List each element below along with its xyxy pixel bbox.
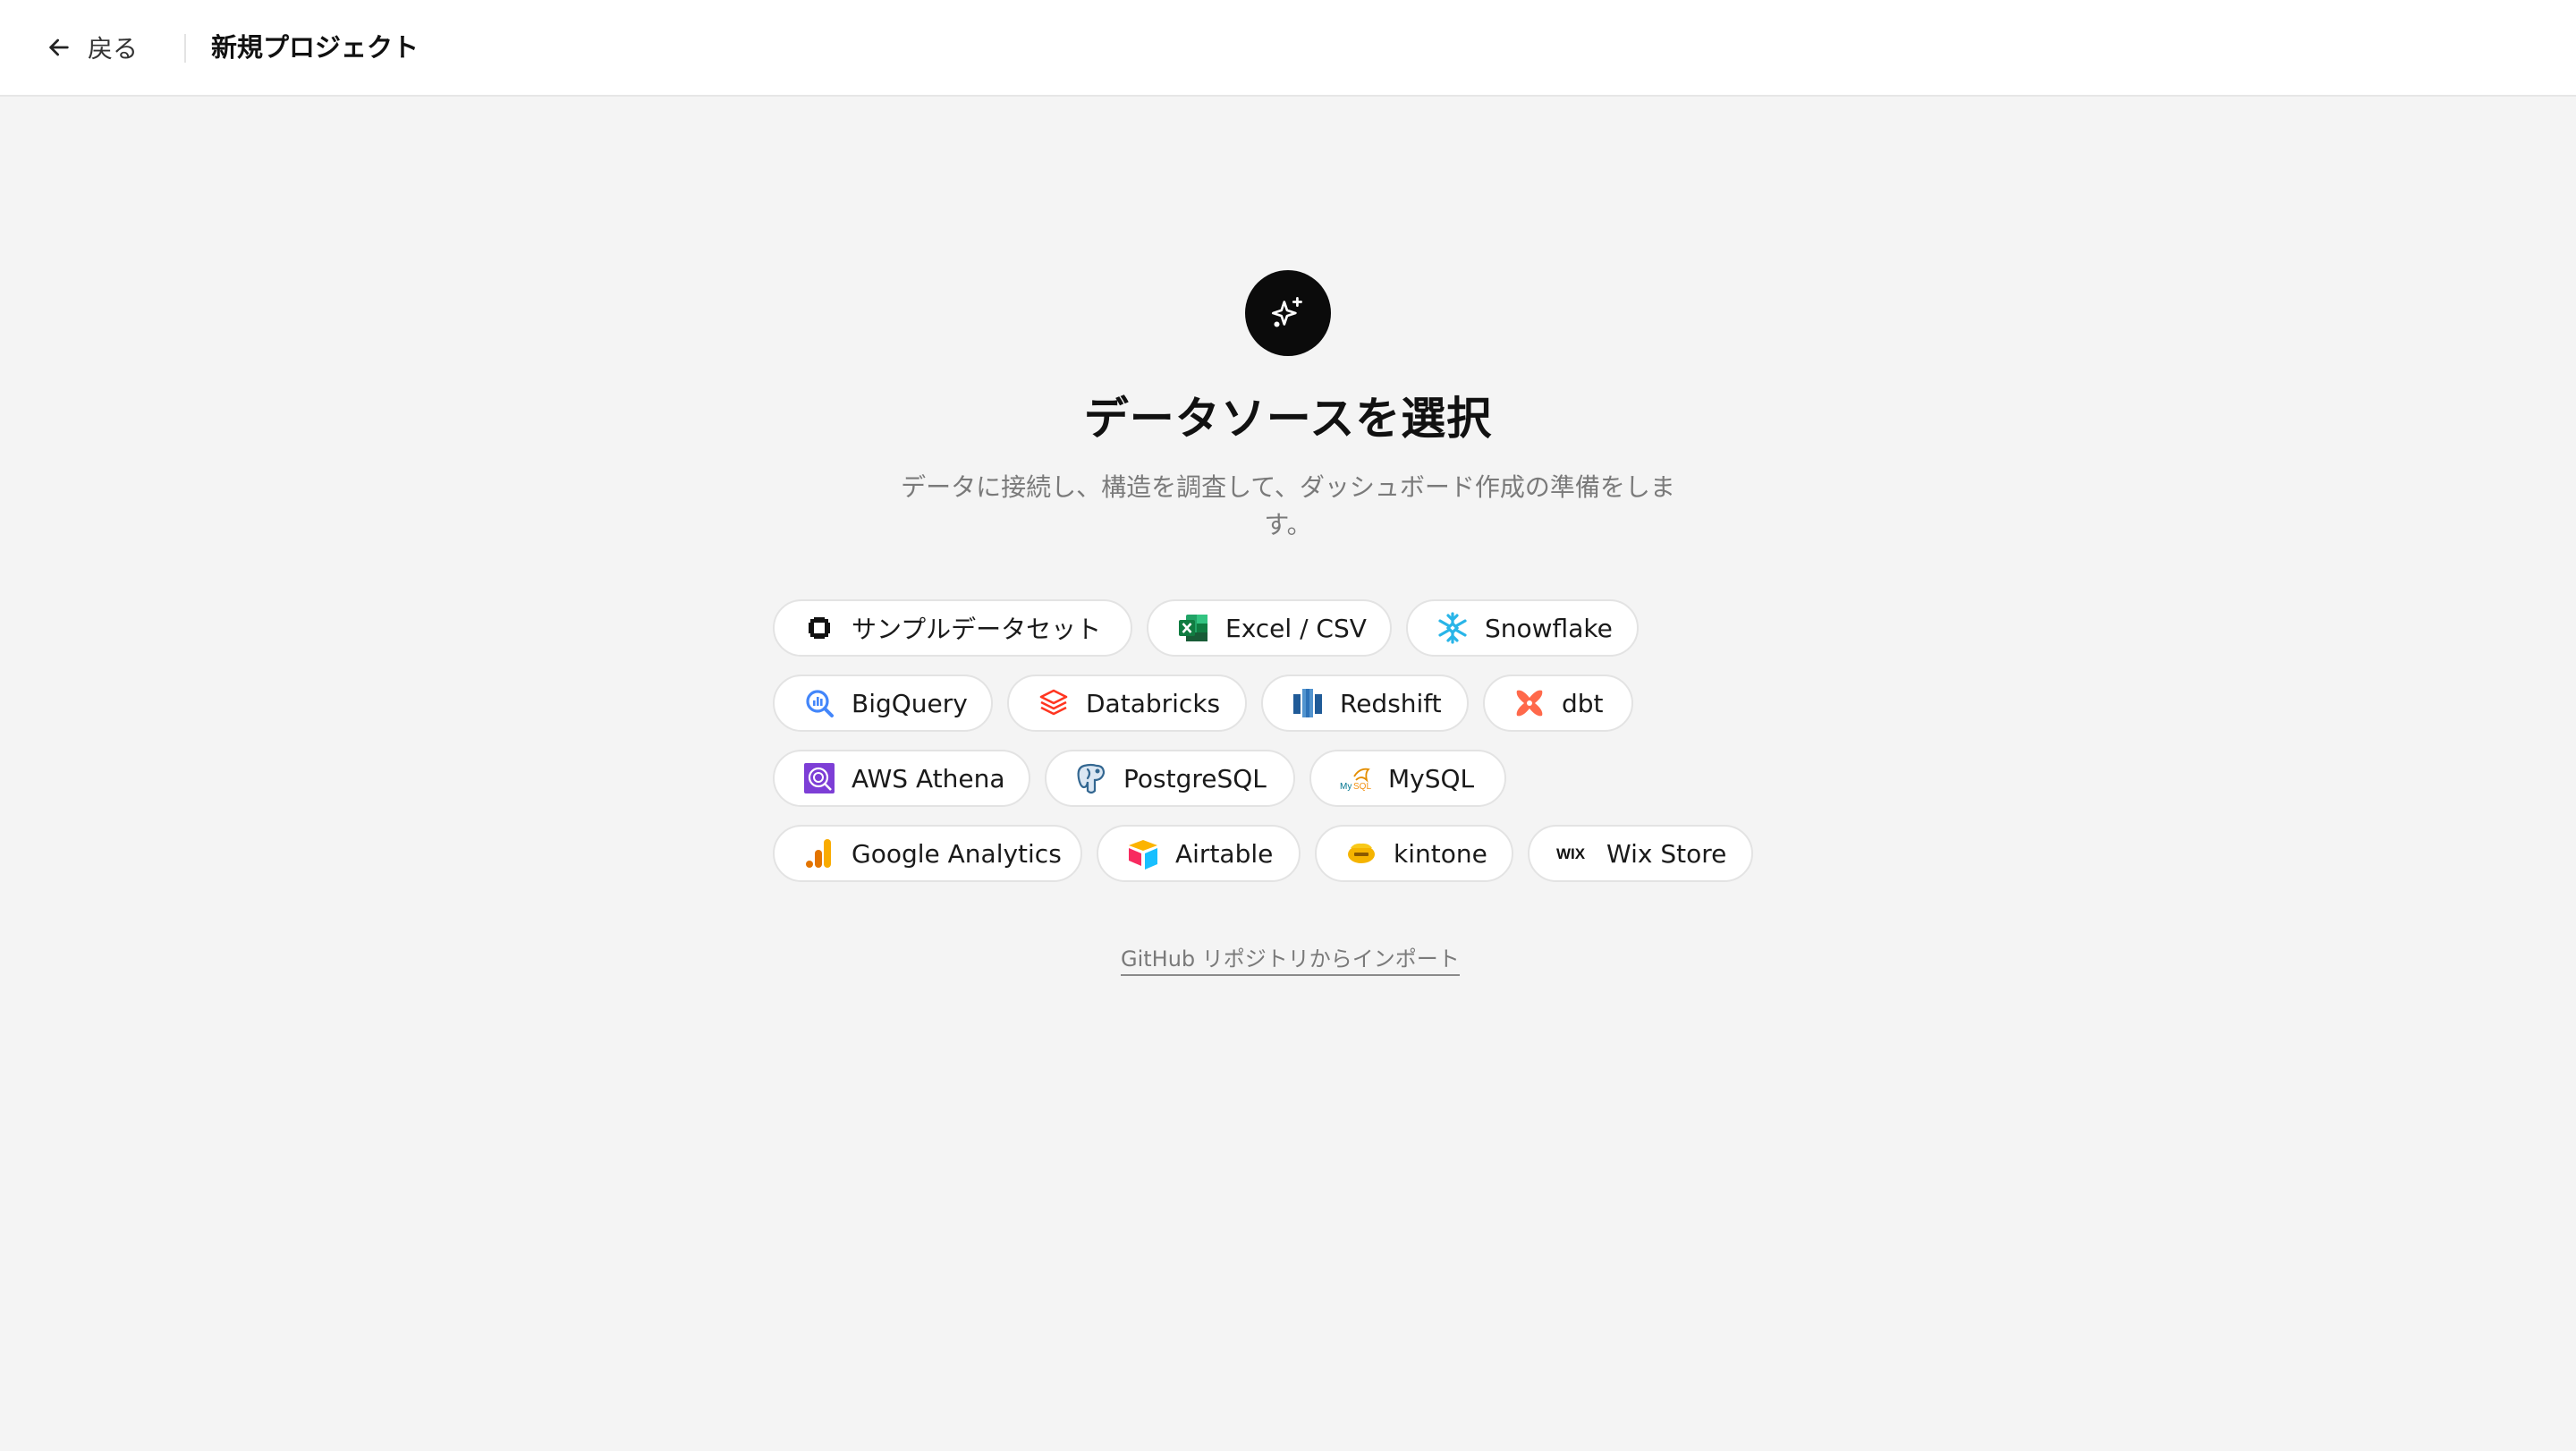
source-chip-airtable[interactable]: Airtable: [1097, 825, 1301, 882]
wix-icon: WIX: [1556, 836, 1592, 871]
svg-text:WIX: WIX: [1556, 845, 1586, 862]
source-chip-postgresql[interactable]: PostgreSQL: [1045, 750, 1295, 807]
source-label: kintone: [1394, 838, 1487, 869]
page-title: 新規プロジェクト: [211, 32, 419, 63]
bigquery-icon: [801, 685, 837, 721]
redshift-icon: [1290, 685, 1326, 721]
source-chip-google-analytics[interactable]: Google Analytics: [773, 825, 1082, 882]
sparkles-icon: [1245, 270, 1331, 356]
source-chip-redshift[interactable]: Redshift: [1261, 675, 1469, 732]
source-label: AWS Athena: [852, 763, 1005, 793]
postgresql-icon: [1073, 760, 1109, 796]
source-label: Snowflake: [1485, 613, 1613, 643]
svg-text:SQL: SQL: [1353, 782, 1371, 792]
source-label: サンプルデータセット: [852, 615, 1102, 644]
svg-text:My: My: [1340, 782, 1352, 792]
google-analytics-icon: [801, 836, 837, 871]
source-label: Wix Store: [1606, 838, 1727, 869]
source-chip-dbt[interactable]: dbt: [1483, 675, 1633, 732]
source-label: Airtable: [1175, 838, 1274, 869]
source-label: Redshift: [1340, 688, 1442, 718]
back-label: 戻る: [88, 34, 139, 64]
source-label: Databricks: [1086, 688, 1221, 718]
source-chip-mysql[interactable]: My SQL MySQL: [1309, 750, 1506, 807]
source-chip-excel-csv[interactable]: Excel / CSV: [1147, 599, 1392, 657]
back-button[interactable]: 戻る: [45, 29, 138, 66]
sample-dataset-icon: [801, 610, 837, 646]
main-title: データソースを選択: [1083, 393, 1493, 445]
source-label: MySQL: [1388, 763, 1475, 793]
arrow-left-icon: [45, 33, 73, 62]
source-chip-snowflake[interactable]: Snowflake: [1406, 599, 1639, 657]
snowflake-icon: [1435, 610, 1470, 646]
source-chip-databricks[interactable]: Databricks: [1007, 675, 1247, 732]
source-chip-wix-store[interactable]: WIX Wix Store: [1528, 825, 1753, 882]
kintone-icon: [1343, 836, 1379, 871]
source-label: PostgreSQL: [1123, 763, 1267, 793]
source-chip-aws-athena[interactable]: AWS Athena: [773, 750, 1030, 807]
source-label: BigQuery: [852, 688, 968, 718]
excel-icon: [1175, 610, 1211, 646]
source-label: dbt: [1562, 688, 1604, 718]
mysql-icon: My SQL: [1338, 760, 1374, 796]
top-bar: 戻る 新規プロジェクト: [0, 0, 2576, 97]
source-chip-kintone[interactable]: kintone: [1315, 825, 1513, 882]
databricks-icon: [1036, 685, 1072, 721]
dbt-icon: [1512, 685, 1547, 721]
header-divider: [184, 34, 186, 63]
subtitle: データに接続し、構造を調査して、ダッシュボード作成の準備をします。: [901, 472, 1675, 539]
source-chip-sample-dataset[interactable]: サンプルデータセット: [773, 599, 1132, 657]
airtable-icon: [1125, 836, 1161, 871]
source-label: Google Analytics: [852, 838, 1062, 869]
source-label: Excel / CSV: [1225, 613, 1367, 643]
aws-athena-icon: [801, 760, 837, 796]
source-chip-bigquery[interactable]: BigQuery: [773, 675, 993, 732]
github-import-link[interactable]: GitHub リポジトリからインポート: [1121, 941, 1460, 976]
